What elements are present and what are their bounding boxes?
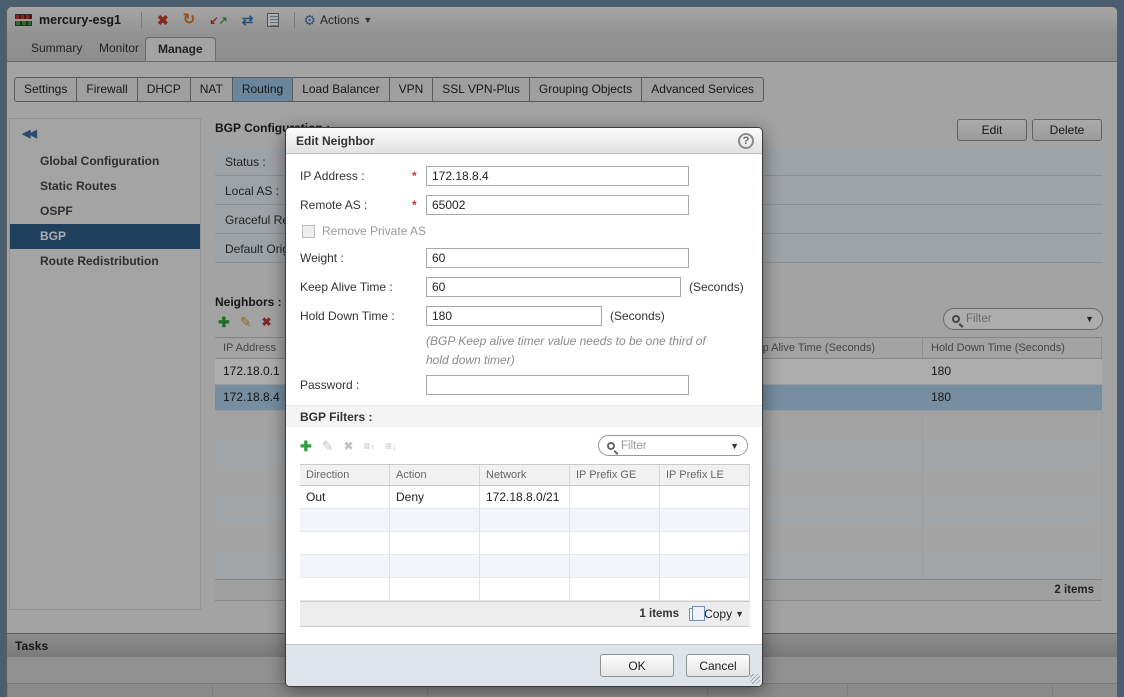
- search-icon: [607, 441, 615, 450]
- hold-down-units: (Seconds): [610, 309, 665, 323]
- keep-alive-note: (BGP Keep alive timer value needs to be …: [426, 334, 706, 367]
- delete-filter-icon[interactable]: ✖: [343, 438, 353, 454]
- hold-down-time-field[interactable]: [426, 306, 602, 326]
- password-label: Password :: [300, 378, 360, 393]
- filters-filter-input[interactable]: Filter ▼: [598, 435, 748, 457]
- ok-button[interactable]: OK: [600, 654, 674, 677]
- weight-label: Weight :: [300, 251, 344, 265]
- keep-alive-units: (Seconds): [689, 280, 744, 294]
- keep-alive-time-field[interactable]: [426, 277, 681, 297]
- edit-neighbor-dialog: Edit Neighbor ? IP Address : * Remote AS…: [285, 127, 763, 687]
- remote-as-field[interactable]: [426, 195, 689, 215]
- required-asterisk: *: [412, 169, 417, 183]
- copy-button[interactable]: Copy ▼: [689, 605, 744, 621]
- copy-icon: [689, 605, 706, 621]
- remove-private-as-checkbox[interactable]: [302, 224, 315, 238]
- filters-table-header: Direction Action Network IP Prefix GE IP…: [300, 464, 750, 487]
- dialog-titlebar: Edit Neighbor ?: [286, 128, 762, 154]
- cancel-button[interactable]: Cancel: [686, 654, 750, 677]
- move-up-icon[interactable]: ≡↑: [364, 439, 376, 453]
- page: mercury-esg1 ✖ ↻ ↙↗ ⇄ ⚙ Actions ▼ Summar…: [0, 0, 1124, 697]
- chevron-down-icon[interactable]: ▼: [730, 441, 739, 451]
- filters-items-count: 1 items: [639, 608, 680, 621]
- move-down-icon[interactable]: ≡↓: [385, 439, 397, 453]
- remote-as-label: Remote AS :: [300, 198, 368, 212]
- dialog-title: Edit Neighbor: [296, 133, 375, 148]
- help-icon[interactable]: ?: [738, 132, 754, 149]
- remove-private-as-label: Remove Private AS: [322, 224, 427, 238]
- ip-address-field[interactable]: [426, 166, 689, 186]
- resize-grip[interactable]: [750, 674, 760, 684]
- filter-row[interactable]: Out Deny 172.18.8.0/21: [300, 486, 750, 510]
- weight-field[interactable]: [426, 248, 689, 268]
- filters-toolbar: ✚ ✎ ✖ ≡↑ ≡↓ Filter ▼: [300, 435, 748, 457]
- edit-filter-icon[interactable]: ✎: [322, 438, 334, 454]
- hold-down-time-label: Hold Down Time :: [300, 309, 395, 323]
- bgp-filters-label: BGP Filters :: [300, 410, 373, 425]
- add-filter-icon[interactable]: ✚: [300, 438, 312, 454]
- filters-table-footer: 1 items Copy ▼: [300, 601, 750, 628]
- ip-address-label: IP Address :: [300, 169, 365, 183]
- required-asterisk: *: [412, 198, 417, 212]
- keep-alive-time-label: Keep Alive Time :: [300, 280, 393, 294]
- bgp-filters-section: BGP Filters :: [286, 405, 762, 428]
- chevron-down-icon: ▼: [735, 609, 744, 620]
- bgp-filters-table: Direction Action Network IP Prefix GE IP…: [300, 464, 750, 628]
- dialog-footer: OK Cancel: [286, 644, 762, 686]
- password-field[interactable]: [426, 375, 689, 396]
